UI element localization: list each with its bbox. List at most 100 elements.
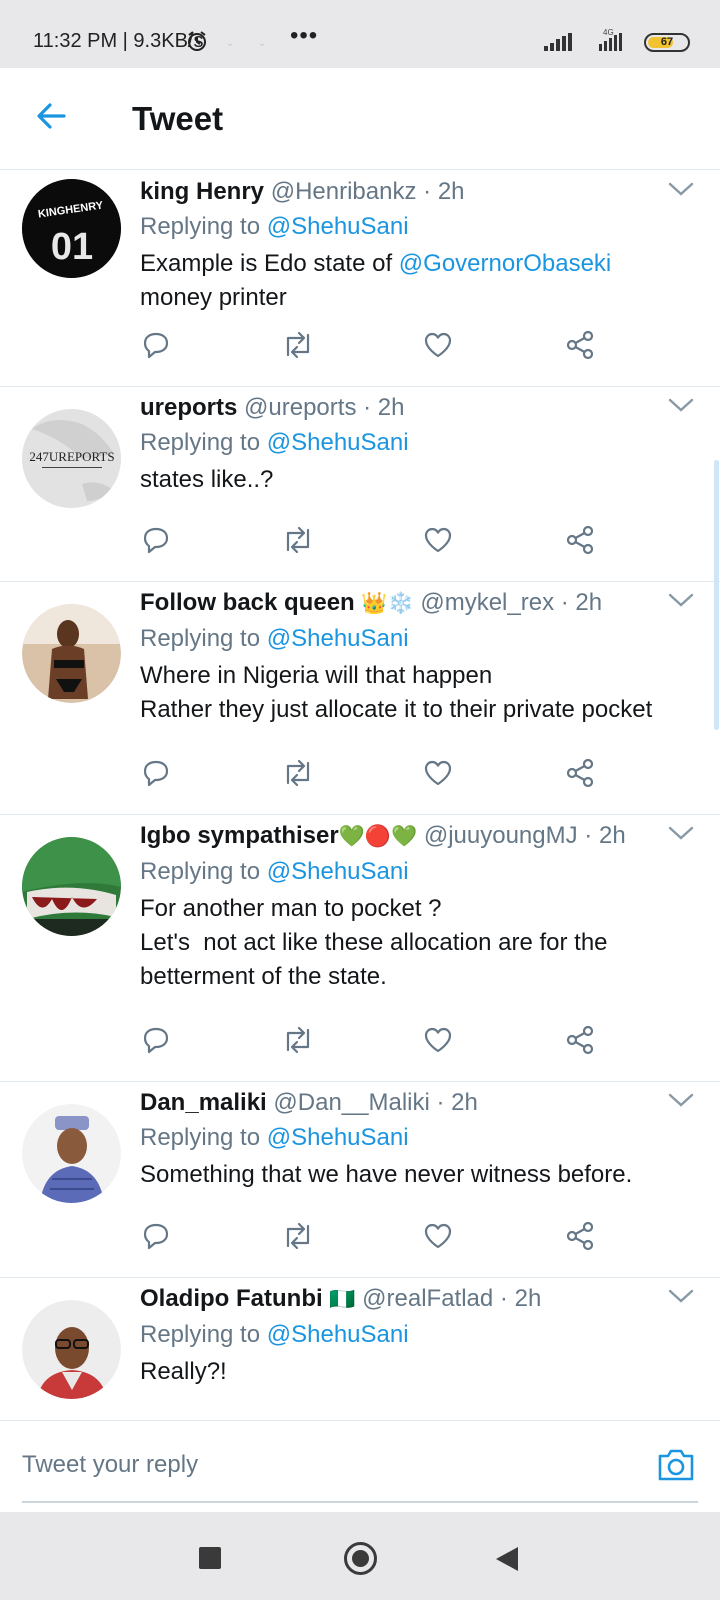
display-name[interactable]: Dan_maliki: [140, 1089, 267, 1116]
replying-to: Replying to @ShehuSani: [140, 1120, 660, 1156]
back-button[interactable]: [494, 1545, 520, 1578]
reply-icon[interactable]: [140, 524, 172, 561]
chevron-down-icon[interactable]: [668, 1092, 694, 1113]
replying-prefix: Replying to: [140, 429, 261, 456]
scrollbar[interactable]: [714, 460, 719, 730]
reply-feed[interactable]: KINGHENRY 01 king Henry @Henribankz · 2h …: [0, 171, 720, 1420]
user-handle[interactable]: @Dan__Maliki: [273, 1089, 429, 1116]
chevron-down-icon[interactable]: [668, 181, 694, 202]
flag-icon: 🇳🇬: [329, 1288, 356, 1311]
display-name[interactable]: Oladipo Fatunbi: [140, 1285, 323, 1312]
replying-to-mention[interactable]: @ShehuSani: [267, 213, 409, 240]
replying-to-mention[interactable]: @ShehuSani: [267, 1321, 409, 1348]
share-icon[interactable]: [564, 757, 596, 794]
alarm-icon: [186, 30, 208, 57]
reply-composer[interactable]: Tweet your reply: [0, 1420, 720, 1512]
tweet-item[interactable]: Oladipo Fatunbi 🇳🇬 @realFatlad · 2h Repl…: [0, 1278, 720, 1420]
chevron-down-icon[interactable]: [668, 397, 694, 418]
tweet-item[interactable]: Igbo sympathiser💚🔴💚 @juuyoungMJ · 2h Rep…: [0, 815, 720, 1082]
tweet-item[interactable]: KINGHENRY 01 king Henry @Henribankz · 2h …: [0, 171, 720, 387]
share-icon[interactable]: [564, 524, 596, 561]
user-handle[interactable]: @mykel_rex: [420, 589, 554, 616]
heart-icon[interactable]: [422, 524, 454, 561]
reply-icon[interactable]: [140, 1220, 172, 1257]
display-name[interactable]: king Henry: [140, 178, 264, 205]
avatar[interactable]: [22, 1104, 121, 1203]
avatar[interactable]: [22, 837, 121, 936]
chevron-down-icon[interactable]: [668, 1288, 694, 1309]
share-icon[interactable]: [564, 329, 596, 366]
reply-icon[interactable]: [140, 757, 172, 794]
tweet-header: ureports @ureports · 2h: [140, 391, 660, 425]
tweet-actions: [140, 1024, 610, 1060]
name-emoji: 👑❄️: [361, 592, 414, 615]
tweet-time: 2h: [598, 822, 626, 849]
tweet-content: Follow back queen 👑❄️ @mykel_rex · 2h Re…: [140, 586, 660, 727]
tweet-item[interactable]: 247UREPORTS ureports @ureports · 2h Repl…: [0, 387, 720, 582]
display-name[interactable]: ureports: [140, 394, 237, 421]
page-title: Tweet: [132, 100, 224, 137]
reply-input[interactable]: Tweet your reply: [22, 1451, 198, 1479]
home-button[interactable]: [344, 1542, 377, 1575]
heart-icon[interactable]: [422, 329, 454, 366]
share-icon[interactable]: [564, 1220, 596, 1257]
user-handle[interactable]: @realFatlad: [362, 1285, 493, 1312]
avatar[interactable]: KINGHENRY 01: [22, 179, 121, 278]
retweet-icon[interactable]: [280, 1024, 316, 1061]
tweet-actions: [140, 757, 610, 793]
tweet-text: Really?!: [140, 1358, 227, 1385]
tweet-header: Igbo sympathiser💚🔴💚 @juuyoungMJ · 2h: [140, 819, 660, 854]
avatar[interactable]: 247UREPORTS: [22, 409, 121, 508]
replying-to-mention[interactable]: @ShehuSani: [267, 625, 409, 652]
heart-icon[interactable]: [422, 1220, 454, 1257]
user-handle[interactable]: @ureports: [244, 394, 356, 421]
chevron-down-icon[interactable]: [668, 592, 694, 613]
user-handle[interactable]: @juuyoungMJ: [424, 822, 578, 849]
chevron-down-icon[interactable]: [668, 825, 694, 846]
tweet-text: Where in Nigeria will that happen Rather…: [140, 659, 660, 727]
heart-icon[interactable]: [422, 757, 454, 794]
battery-icon: 67: [644, 33, 690, 52]
recents-button[interactable]: [199, 1547, 221, 1569]
tweet-text-part: money printer: [140, 284, 287, 311]
share-icon[interactable]: [564, 1024, 596, 1061]
replying-prefix: Replying to: [140, 625, 261, 652]
replying-to: Replying to @ShehuSani: [140, 209, 660, 245]
notification-icon: ⌄: [258, 38, 267, 49]
replying-to-mention[interactable]: @ShehuSani: [267, 1124, 409, 1151]
retweet-icon[interactable]: [280, 757, 316, 794]
notification-icon: ⌄: [226, 38, 235, 49]
heart-icon[interactable]: [422, 1024, 454, 1061]
arrow-left-icon[interactable]: [34, 99, 68, 138]
tweet-text: For another man to pocket ? Let's not ac…: [140, 892, 660, 994]
retweet-icon[interactable]: [280, 1220, 316, 1257]
camera-icon[interactable]: [656, 1447, 696, 1488]
tweet-time: 2h: [575, 589, 603, 616]
reply-icon[interactable]: [140, 1024, 172, 1061]
tweet-item[interactable]: Follow back queen 👑❄️ @mykel_rex · 2h Re…: [0, 582, 720, 815]
mention-link[interactable]: @GovernorObaseki: [399, 250, 611, 277]
replying-to: Replying to @ShehuSani: [140, 854, 660, 890]
tweet-content: king Henry @Henribankz · 2h Replying to …: [140, 175, 660, 315]
tweet-item[interactable]: Dan_maliki @Dan__Maliki · 2h Replying to…: [0, 1082, 720, 1278]
tweet-text: Something that we have never witness bef…: [140, 1161, 633, 1188]
replying-prefix: Replying to: [140, 1321, 261, 1348]
avatar[interactable]: [22, 604, 121, 703]
tweet-text-line: Let's not act like these allocation are …: [140, 929, 615, 990]
replying-to-mention[interactable]: @ShehuSani: [267, 429, 409, 456]
tweet-header: Follow back queen 👑❄️ @mykel_rex · 2h: [140, 586, 660, 621]
avatar[interactable]: [22, 1300, 121, 1399]
retweet-icon[interactable]: [280, 329, 316, 366]
tweet-text: Example is Edo state of @GovernorObaseki…: [140, 247, 660, 315]
user-handle[interactable]: @Henribankz: [271, 178, 417, 205]
tweet-content: ureports @ureports · 2h Replying to @She…: [140, 391, 660, 497]
retweet-icon[interactable]: [280, 524, 316, 561]
reply-icon[interactable]: [140, 329, 172, 366]
tweet-time: 2h: [437, 178, 465, 205]
replying-to-mention[interactable]: @ShehuSani: [267, 858, 409, 885]
tweet-text-part: Example is Edo state of: [140, 250, 399, 277]
display-name[interactable]: Igbo sympathiser: [140, 822, 339, 849]
avatar-text: 247UREPORTS: [29, 449, 114, 464]
replying-prefix: Replying to: [140, 213, 261, 240]
display-name[interactable]: Follow back queen: [140, 589, 355, 616]
